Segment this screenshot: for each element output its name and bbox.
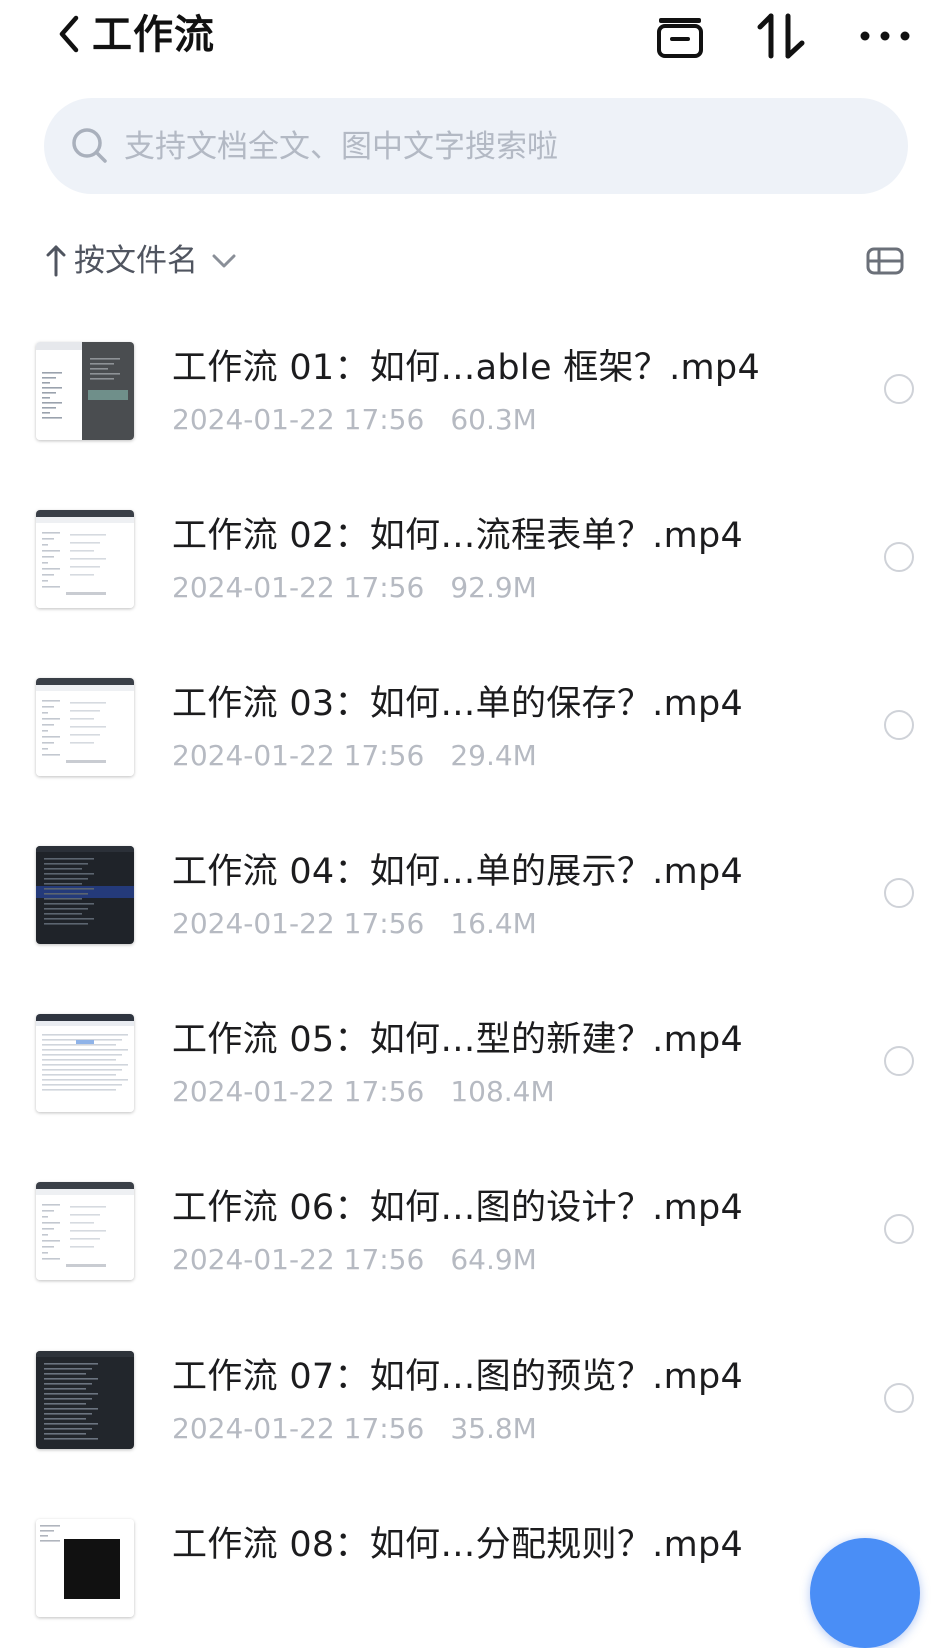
thumbnail-image — [36, 1182, 134, 1280]
file-row[interactable]: 工作流 02：如何…流程表单？.mp4 2024-01-22 17:56 92.9… — [0, 488, 952, 628]
file-row[interactable]: 工作流 08：如何…分配规则？.mp4 — [0, 1497, 952, 1637]
sort-button[interactable] — [752, 10, 812, 62]
thumbnail-image — [36, 1519, 134, 1617]
file-name: 工作流 03：如何…单的保存？.mp4 — [172, 684, 744, 724]
file-size: 35.8M — [450, 1412, 537, 1445]
file-row[interactable]: 工作流 04：如何…单的展示？.mp4 2024-01-22 17:56 16.4… — [0, 824, 952, 964]
file-name: 工作流 05：如何…型的新建？.mp4 — [172, 1020, 744, 1060]
file-date: 2024-01-22 17:56 — [172, 571, 425, 604]
file-name: 工作流 07：如何…图的预览？.mp4 — [172, 1357, 744, 1397]
file-date: 2024-01-22 17:56 — [172, 1412, 425, 1445]
archive-button[interactable] — [652, 10, 708, 62]
file-meta: 2024-01-22 17:56 29.4M — [172, 736, 537, 776]
video-thumbnail — [36, 1014, 134, 1112]
chevron-down-icon — [212, 254, 236, 268]
arrow-up-icon — [46, 245, 66, 277]
back-button[interactable] — [54, 12, 86, 56]
file-name: 工作流 08：如何…分配规则？.mp4 — [172, 1525, 744, 1565]
file-size: 29.4M — [450, 739, 537, 772]
file-meta: 2024-01-22 17:56 64.9M — [172, 1240, 537, 1280]
more-horizontal-icon — [860, 31, 910, 41]
file-name: 工作流 01：如何…able 框架？.mp4 — [172, 348, 761, 388]
view-toggle-button[interactable] — [864, 244, 906, 278]
file-date: 2024-01-22 17:56 — [172, 1243, 425, 1276]
video-thumbnail — [36, 1519, 134, 1617]
file-row[interactable]: 工作流 06：如何…图的设计？.mp4 2024-01-22 17:56 64.9… — [0, 1160, 952, 1300]
top-bar: 工作流 — [0, 0, 952, 76]
sort-label: 按文件名 — [74, 243, 198, 279]
file-row[interactable]: 工作流 01：如何…able 框架？.mp4 2024-01-22 17:56 6… — [0, 320, 952, 460]
file-meta: 2024-01-22 17:56 92.9M — [172, 568, 537, 608]
file-size: 64.9M — [450, 1243, 537, 1276]
page-title: 工作流 — [92, 12, 215, 58]
file-date: 2024-01-22 17:56 — [172, 739, 425, 772]
file-date: 2024-01-22 17:56 — [172, 1075, 425, 1108]
video-thumbnail — [36, 342, 134, 440]
video-thumbnail — [36, 510, 134, 608]
file-row[interactable]: 工作流 05：如何…型的新建？.mp4 2024-01-22 17:56 108.… — [0, 992, 952, 1132]
search-bar[interactable] — [44, 98, 908, 194]
search-input[interactable] — [122, 116, 886, 178]
file-name: 工作流 06：如何…图的设计？.mp4 — [172, 1188, 744, 1228]
thumbnail-image — [36, 678, 134, 776]
thumbnail-image — [36, 342, 134, 440]
sort-updown-icon — [757, 13, 805, 59]
file-name: 工作流 04：如何…单的展示？.mp4 — [172, 852, 744, 892]
file-meta: 2024-01-22 17:56 35.8M — [172, 1409, 537, 1449]
select-radio[interactable] — [884, 374, 914, 404]
layout-list-icon — [866, 247, 904, 275]
video-thumbnail — [36, 678, 134, 776]
file-size: 60.3M — [450, 403, 537, 436]
file-meta: 2024-01-22 17:56 108.4M — [172, 1072, 555, 1112]
file-meta: 2024-01-22 17:56 60.3M — [172, 400, 537, 440]
chevron-left-icon — [59, 15, 79, 53]
select-radio[interactable] — [884, 878, 914, 908]
video-thumbnail — [36, 1351, 134, 1449]
file-size: 108.4M — [450, 1075, 555, 1108]
file-date: 2024-01-22 17:56 — [172, 403, 425, 436]
thumbnail-image — [36, 510, 134, 608]
video-thumbnail — [36, 1182, 134, 1280]
video-thumbnail — [36, 846, 134, 944]
thumbnail-image — [36, 1014, 134, 1112]
sort-selector[interactable]: 按文件名 — [44, 236, 238, 286]
select-radio[interactable] — [884, 1046, 914, 1076]
file-date: 2024-01-22 17:56 — [172, 907, 425, 940]
select-radio[interactable] — [884, 1214, 914, 1244]
select-radio[interactable] — [884, 710, 914, 740]
file-row[interactable]: 工作流 03：如何…单的保存？.mp4 2024-01-22 17:56 29.4… — [0, 656, 952, 796]
more-button[interactable] — [856, 10, 914, 62]
file-name: 工作流 02：如何…流程表单？.mp4 — [172, 516, 744, 556]
select-radio[interactable] — [884, 542, 914, 572]
file-size: 92.9M — [450, 571, 537, 604]
select-radio[interactable] — [884, 1383, 914, 1413]
search-icon — [72, 128, 107, 163]
upload-fab-button[interactable] — [810, 1538, 920, 1648]
file-meta: 2024-01-22 17:56 16.4M — [172, 904, 537, 944]
archive-icon — [657, 18, 703, 58]
thumbnail-image — [36, 1351, 134, 1449]
thumbnail-image — [36, 846, 134, 944]
file-row[interactable]: 工作流 07：如何…图的预览？.mp4 2024-01-22 17:56 35.8… — [0, 1329, 952, 1469]
file-size: 16.4M — [450, 907, 537, 940]
